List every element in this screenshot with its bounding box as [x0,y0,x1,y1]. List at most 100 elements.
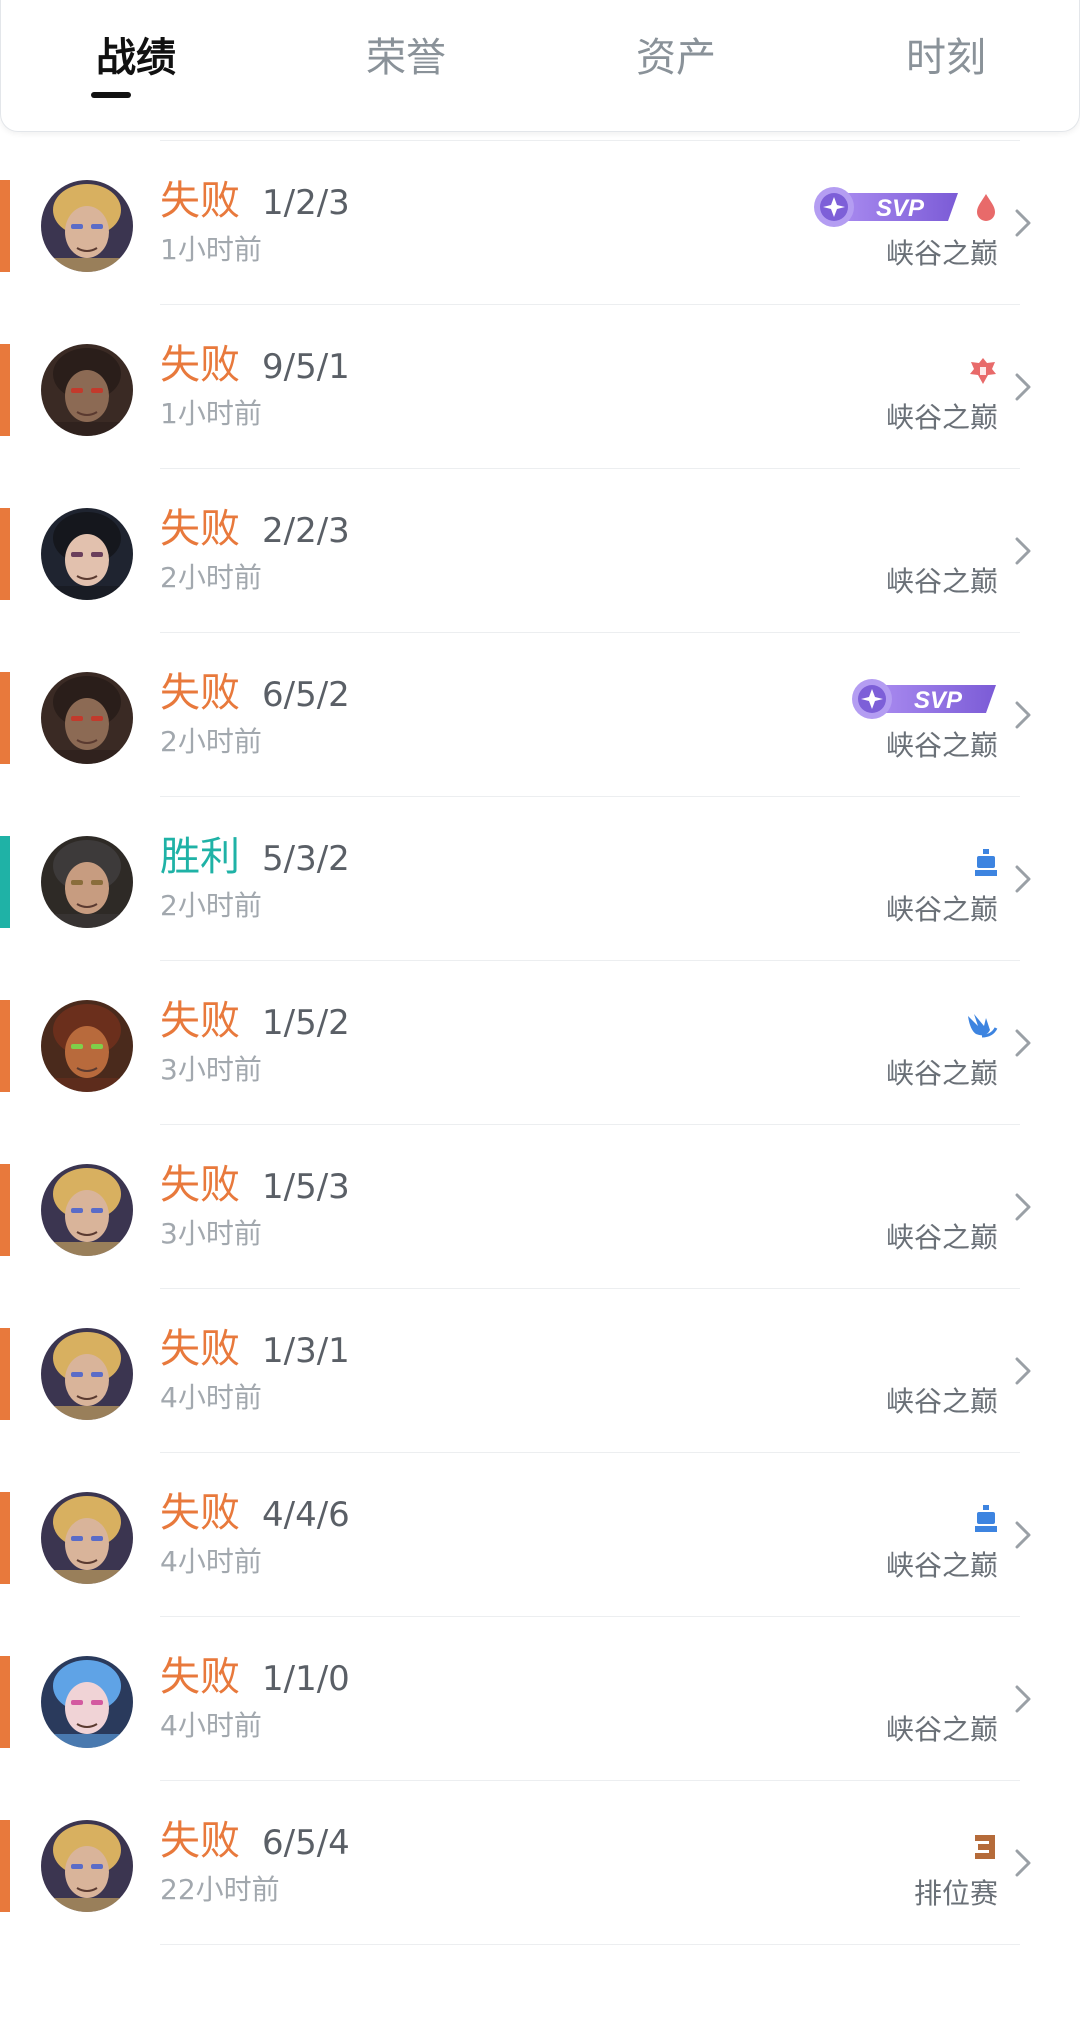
match-time: 4小时前 [160,1709,262,1742]
svg-text:SVP: SVP [876,195,925,222]
match-result: 胜利 [160,834,240,880]
match-time: 1小时前 [160,397,262,430]
chevron-right-icon [1015,373,1031,401]
tab-record[interactable]: 战绩 [46,28,226,88]
match-row[interactable]: 失败 9/5/1 1小时前 峡谷之巅 [0,305,1080,469]
game-mode: 峡谷之巅 [885,1549,998,1582]
match-badges: SVP [846,677,998,721]
match-row[interactable]: 失败 1/2/3 1小时前 SVP 峡谷之巅 [0,141,1080,305]
hero-avatar [41,1492,133,1584]
kda-score: 1/3/1 [262,1331,350,1371]
result-indicator-bar [0,672,10,764]
svp-badge-icon: SVP [846,677,998,721]
game-mode: 峡谷之巅 [885,1713,998,1746]
match-row[interactable]: 失败 1/3/1 4小时前 峡谷之巅 [0,1289,1080,1453]
match-result: 失败 [160,1326,240,1372]
blue-tower-icon [974,1504,998,1534]
match-row[interactable]: 失败 1/5/2 3小时前 峡谷之巅 [0,961,1080,1125]
red-drop-icon [974,192,998,222]
match-time: 22小时前 [160,1873,280,1906]
chevron-right-icon [1015,1521,1031,1549]
match-time: 2小时前 [160,561,262,594]
match-badges: SVP [808,185,998,229]
chevron-right-icon [1015,865,1031,893]
hero-avatar [41,508,133,600]
match-badges [974,841,998,885]
result-indicator-bar [0,1492,10,1584]
match-result: 失败 [160,1162,240,1208]
match-time: 1小时前 [160,233,262,266]
kda-score: 4/4/6 [262,1495,350,1535]
match-history-list: 失败 3/6/4 52分钟前 峡谷之巅 失败 1/2/3 1小时前 SVP 峡谷… [0,0,1080,2032]
match-row[interactable]: 失败 1/5/3 3小时前 峡谷之巅 [0,1125,1080,1289]
match-row[interactable]: 失败 6/5/2 2小时前 SVP 峡谷之巅 [0,633,1080,797]
hero-avatar [41,1328,133,1420]
result-indicator-bar [0,180,10,272]
match-time: 4小时前 [160,1545,262,1578]
chevron-right-icon [1015,1849,1031,1877]
match-time: 2小时前 [160,725,262,758]
kda-score: 6/5/2 [262,675,350,715]
match-result: 失败 [160,670,240,716]
kda-score: 1/2/3 [262,183,350,223]
game-mode: 峡谷之巅 [885,729,998,762]
result-indicator-bar [0,836,10,928]
kda-score: 1/5/2 [262,1003,350,1043]
kda-score: 1/1/0 [262,1659,350,1699]
kda-score: 2/2/3 [262,511,350,551]
blue-tower-icon [974,848,998,878]
match-result: 失败 [160,998,240,1044]
chevron-right-icon [1015,701,1031,729]
chevron-right-icon [1015,1357,1031,1385]
match-time: 4小时前 [160,1381,262,1414]
result-indicator-bar [0,1328,10,1420]
match-row[interactable]: 胜利 5/3/2 2小时前 峡谷之巅 [0,797,1080,961]
match-badges [966,1005,998,1049]
active-tab-indicator [91,92,131,98]
result-indicator-bar [0,1000,10,1092]
result-indicator-bar [0,1164,10,1256]
match-time: 2小时前 [160,889,262,922]
kda-score: 1/5/3 [262,1167,350,1207]
match-badges [968,349,998,393]
hero-avatar [41,180,133,272]
result-indicator-bar [0,1820,10,1912]
rank-three-icon [972,1832,998,1862]
chevron-right-icon [1015,1193,1031,1221]
chevron-right-icon [1015,209,1031,237]
tab-assets[interactable]: 资产 [586,28,766,88]
match-row[interactable]: 失败 1/1/0 4小时前 峡谷之巅 [0,1617,1080,1781]
chevron-right-icon [1015,1685,1031,1713]
match-time: 3小时前 [160,1217,262,1250]
tab-moments[interactable]: 时刻 [856,28,1036,88]
row-divider [160,1944,1020,1945]
match-result: 失败 [160,1490,240,1536]
hero-avatar [41,1164,133,1256]
chevron-right-icon [1015,537,1031,565]
tab-bar: 战绩 荣誉 资产 时刻 [0,0,1080,132]
match-row[interactable]: 失败 2/2/3 2小时前 峡谷之巅 [0,469,1080,633]
hero-avatar [41,836,133,928]
game-mode: 峡谷之巅 [885,1385,998,1418]
result-indicator-bar [0,344,10,436]
game-mode: 排位赛 [913,1877,998,1910]
hero-avatar [41,1000,133,1092]
chevron-right-icon [1015,1029,1031,1057]
game-mode: 峡谷之巅 [885,401,998,434]
match-time: 3小时前 [160,1053,262,1086]
red-crest-icon [968,356,998,386]
tab-honor[interactable]: 荣誉 [316,28,496,88]
blue-wing-icon [966,1012,998,1042]
match-badges [974,1497,998,1541]
match-result: 失败 [160,506,240,552]
match-result: 失败 [160,1654,240,1700]
svg-text:SVP: SVP [914,687,963,714]
match-result: 失败 [160,1818,240,1864]
match-row[interactable]: 失败 4/4/6 4小时前 峡谷之巅 [0,1453,1080,1617]
match-badges [972,1825,998,1869]
match-row[interactable]: 失败 6/5/4 22小时前 排位赛 [0,1781,1080,1945]
match-result: 失败 [160,342,240,388]
hero-avatar [41,344,133,436]
match-result: 失败 [160,178,240,224]
result-indicator-bar [0,1656,10,1748]
